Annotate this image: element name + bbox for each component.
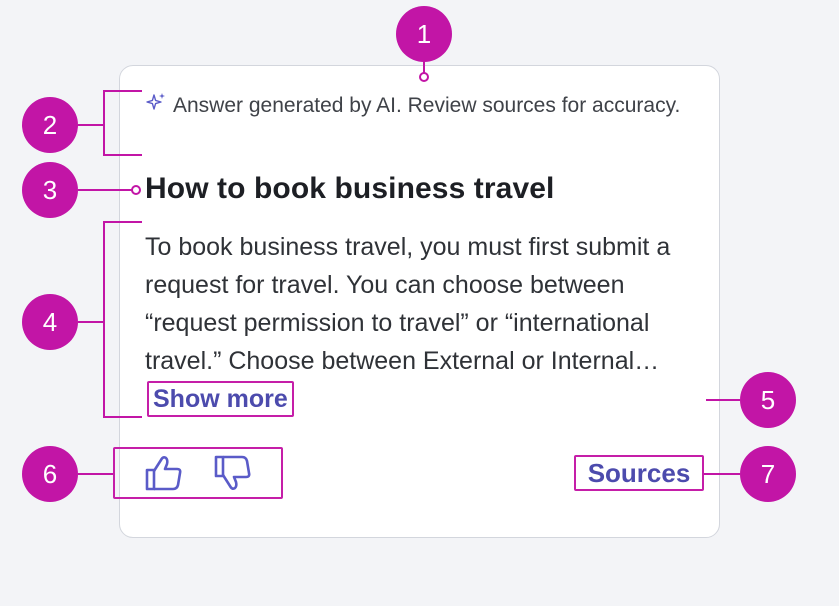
marker-5: 5 — [740, 372, 796, 428]
marker-3: 3 — [22, 162, 78, 218]
marker-6: 6 — [22, 446, 78, 502]
marker-7: 7 — [740, 446, 796, 502]
marker-2: 2 — [22, 97, 78, 153]
marker-4: 4 — [22, 294, 78, 350]
annotation-lines — [78, 60, 740, 475]
marker-1: 1 — [396, 6, 452, 62]
